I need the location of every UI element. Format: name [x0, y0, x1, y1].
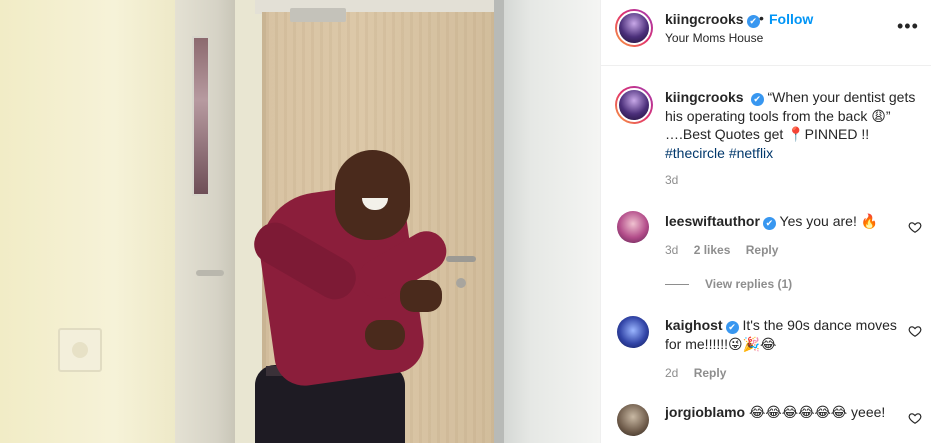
- verified-badge-icon: ✔: [746, 15, 760, 28]
- post-video[interactable]: [0, 0, 600, 443]
- post-location[interactable]: Your Moms House: [665, 31, 763, 45]
- caption-username[interactable]: kiingcrooks: [665, 89, 744, 105]
- instagram-post-view: kiingcrooks ✔ • Follow Your Moms House ••…: [0, 0, 931, 443]
- caption-author-avatar[interactable]: [615, 86, 653, 124]
- comment: kaighost ✔ It's the 90s dance moves for m…: [665, 316, 897, 353]
- comment-text: 😂😂😂😂😂😂 yeee!: [749, 404, 886, 420]
- scene-dancing-man: [240, 150, 480, 443]
- view-replies-line: [665, 284, 689, 286]
- reply-button[interactable]: Reply: [694, 366, 727, 380]
- commenter-avatar[interactable]: [617, 404, 649, 436]
- author-avatar-image: [617, 11, 651, 45]
- comment-timestamp: 3d: [665, 243, 679, 257]
- scene-wall-left: [0, 0, 190, 443]
- verified-badge-icon: ✔: [762, 217, 776, 230]
- comment-username[interactable]: leeswiftauthor: [665, 213, 760, 229]
- caption-timestamp: 3d: [665, 173, 679, 187]
- follow-button[interactable]: Follow: [769, 11, 813, 27]
- scene-door-closer: [290, 8, 346, 22]
- hashtag-link[interactable]: #thecircle: [665, 145, 725, 161]
- scene-glass-panel: [494, 0, 600, 443]
- heart-outline-icon[interactable]: [908, 220, 922, 234]
- scene-hand-right: [400, 280, 442, 312]
- comment: leeswiftauthor ✔ Yes you are! 🔥: [665, 212, 897, 231]
- commenter-avatar[interactable]: [617, 316, 649, 348]
- verified-badge-icon: ✔: [750, 93, 764, 106]
- reply-button[interactable]: Reply: [746, 243, 779, 257]
- comment-username[interactable]: jorgioblamo: [665, 404, 745, 420]
- comment-username[interactable]: kaighost: [665, 317, 723, 333]
- scene-wall-socket: [58, 328, 102, 372]
- comment-meta: 3d 2 likes Reply: [665, 243, 790, 257]
- comment-likes[interactable]: 2 likes: [694, 243, 731, 257]
- heart-outline-icon[interactable]: [908, 411, 922, 425]
- view-replies-button[interactable]: View replies (1): [665, 277, 792, 291]
- scene-head: [335, 150, 410, 240]
- comment: jorgioblamo 😂😂😂😂😂😂 yeee!: [665, 403, 897, 422]
- caption-author-avatar-image: [617, 88, 651, 122]
- heart-outline-icon[interactable]: [908, 324, 922, 338]
- comment-timestamp: 2d: [665, 366, 679, 380]
- author-username-row: kiingcrooks ✔: [665, 11, 760, 28]
- scene-wall-art: [192, 36, 210, 196]
- post-side-panel: kiingcrooks ✔ • Follow Your Moms House ••…: [600, 0, 931, 443]
- scene-glass-edge: [494, 0, 504, 443]
- post-header: kiingcrooks ✔ • Follow Your Moms House ••…: [601, 0, 931, 66]
- more-horizontal-icon[interactable]: •••: [897, 16, 919, 37]
- view-replies-label: View replies (1): [705, 277, 793, 291]
- scene-hand-left: [365, 320, 405, 350]
- scene-side-handle: [196, 270, 224, 276]
- comment-text: Yes you are! 🔥: [779, 213, 879, 229]
- post-caption: kiingcrooks ✔ “When your dentist gets his…: [665, 88, 917, 162]
- author-avatar[interactable]: [615, 9, 653, 47]
- separator-dot: •: [759, 10, 764, 26]
- comment-meta: 2d Reply: [665, 366, 738, 380]
- author-username[interactable]: kiingcrooks: [665, 11, 744, 27]
- verified-badge-icon: ✔: [725, 321, 739, 334]
- commenter-avatar[interactable]: [617, 211, 649, 243]
- hashtag-link[interactable]: #netflix: [729, 145, 773, 161]
